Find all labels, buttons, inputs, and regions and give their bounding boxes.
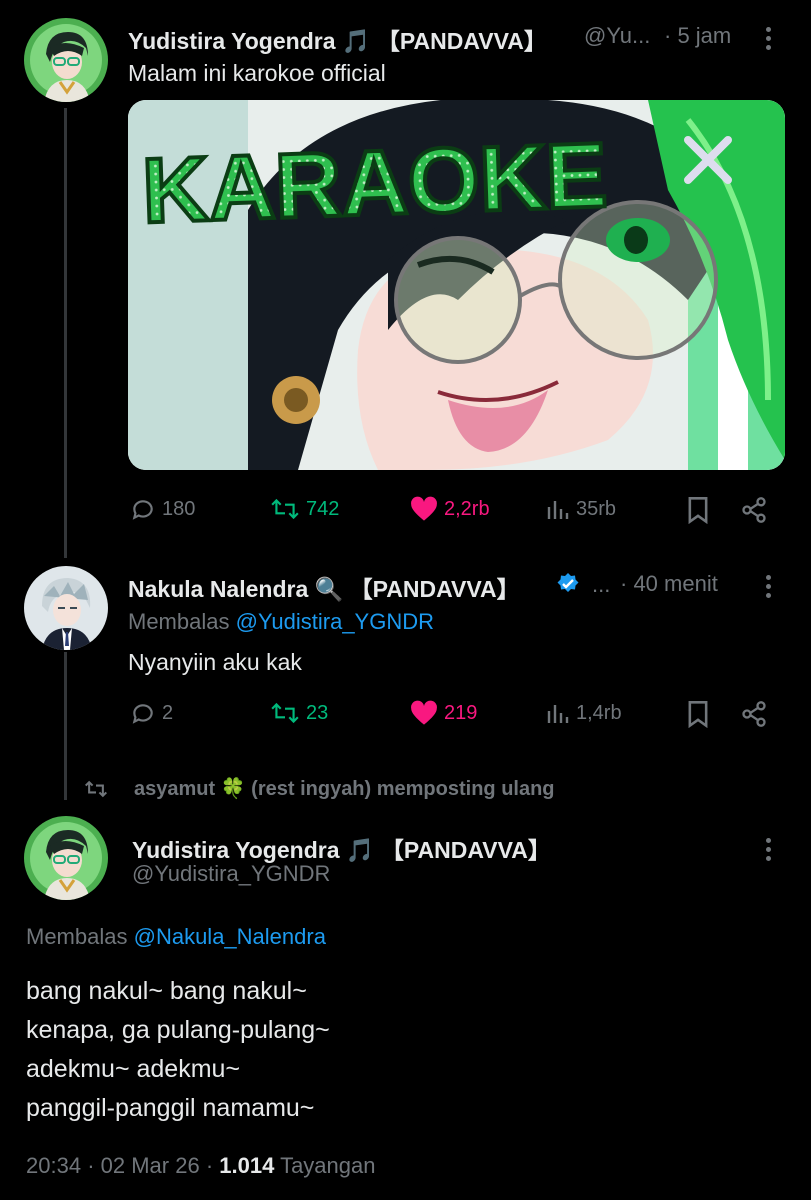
like-button[interactable]: 219 (410, 700, 477, 726)
share-icon (742, 497, 766, 523)
author-name[interactable]: Yudistira Yogendra (128, 28, 335, 54)
separator: · (205, 1153, 214, 1178)
repost-banner[interactable]: asyamut 🍀 (rest ingyah) memposting ulang (84, 776, 555, 801)
bookmark-button[interactable] (686, 496, 710, 529)
author-line: Yudistira Yogendra 🎵 【PANDAVVA】 (132, 831, 551, 865)
replying-prefix: Membalas (26, 924, 128, 949)
author-name[interactable]: Nakula Nalendra (128, 576, 308, 602)
like-count: 2,2rb (444, 497, 490, 520)
share-button[interactable] (740, 496, 768, 529)
handle[interactable]: @Yu... (584, 23, 650, 49)
more-icon[interactable] (766, 838, 774, 865)
author-emoji: 🎵 (341, 28, 371, 54)
views-button[interactable]: 1,4rb (546, 700, 622, 726)
more-icon[interactable] (766, 27, 774, 54)
reply-button[interactable]: 180 (130, 496, 195, 522)
reply-button[interactable]: 2 (130, 700, 173, 726)
share-button[interactable] (740, 700, 768, 733)
share-icon (742, 701, 766, 727)
more-icon[interactable] (766, 575, 774, 602)
replying-handle[interactable]: @Yudistira_YGNDR (236, 609, 434, 634)
reply-count: 180 (162, 497, 196, 520)
text-line: bang nakul~ bang nakul~ (26, 977, 307, 1005)
author-emoji: 🎵 (345, 837, 375, 863)
avatar[interactable] (24, 18, 108, 102)
bookmark-icon (688, 497, 708, 525)
reply-count: 2 (162, 701, 174, 724)
views-count: 35rb (576, 497, 617, 520)
like-count: 219 (444, 701, 478, 724)
handle[interactable]: @Yudistira_YGNDR (132, 861, 330, 887)
author-line: Nakula Nalendra 🔍 【PANDAVVA】 (128, 570, 520, 604)
verified-icon (557, 573, 579, 592)
text-line: kenapa, ga pulang-pulang~ (26, 1016, 330, 1044)
reply-icon (132, 704, 153, 724)
tweet-text: Nyanyiin aku kak (128, 649, 302, 675)
views-button[interactable]: 35rb (546, 496, 616, 522)
thread-line (64, 652, 67, 800)
timestamp[interactable]: · 40 menit (620, 571, 718, 597)
timestamp[interactable]: · 5 jam (664, 23, 731, 49)
like-icon (411, 496, 437, 521)
views-label: Tayangan (280, 1153, 376, 1178)
replying-to: Membalas @Yudistira_YGNDR (128, 609, 434, 635)
author-line: Yudistira Yogendra 🎵 【PANDAVVA】 (128, 22, 547, 56)
author-tag: 【PANDAVVA】 (376, 28, 547, 54)
author-name[interactable]: Yudistira Yogendra (132, 837, 339, 863)
retweet-icon (271, 702, 299, 724)
separator: · (87, 1153, 95, 1178)
replying-to: Membalas @Nakula_Nalendra (26, 924, 326, 950)
retweet-count: 742 (306, 497, 340, 520)
retweet-button[interactable]: 742 (270, 496, 339, 522)
author-tag: 【PANDAVVA】 (349, 576, 520, 602)
replying-handle[interactable]: @Nakula_Nalendra (134, 924, 326, 949)
text-line: adekmu~ adekmu~ (26, 1055, 241, 1083)
tweet-text: Malam ini karokoe official (128, 60, 386, 86)
tweet-date[interactable]: 02 Mar 26 (101, 1153, 200, 1178)
like-button[interactable]: 2,2rb (410, 496, 490, 522)
name-ellipsis: ... (592, 572, 611, 597)
author-emoji: 🔍 (314, 576, 344, 602)
verified-badge (556, 572, 580, 601)
views-icon (547, 501, 569, 519)
retweet-button[interactable]: 23 (270, 700, 328, 726)
media-caption: KARAOKE (141, 124, 609, 242)
retweet-count: 23 (306, 701, 329, 724)
retweet-icon (271, 498, 299, 520)
views-count: 1,4rb (576, 701, 622, 724)
views-icon (547, 705, 569, 723)
author-tag: 【PANDAVVA】 (380, 837, 551, 863)
bookmark-button[interactable] (686, 700, 710, 733)
thread-line (64, 108, 67, 558)
reply-icon (132, 500, 153, 520)
tweet-media[interactable]: KARAOKE (128, 100, 785, 470)
replying-prefix: Membalas (128, 609, 230, 634)
views-count: 1.014 (219, 1153, 275, 1178)
retweet-icon (84, 780, 108, 797)
text-line: panggil-panggil namamu~ (26, 1094, 315, 1122)
avatar[interactable] (24, 816, 108, 900)
bookmark-icon (688, 701, 708, 729)
tweet-time[interactable]: 20:34 (26, 1153, 81, 1178)
avatar[interactable] (24, 566, 108, 650)
repost-text: asyamut 🍀 (rest ingyah) memposting ulang (134, 778, 555, 800)
tweet-text: bang nakul~ bang nakul~ kenapa, ga pulan… (26, 972, 330, 1128)
tweet-meta: 20:34 · 02 Mar 26 · 1.014 Tayangan (26, 1153, 375, 1179)
like-icon (411, 700, 437, 725)
